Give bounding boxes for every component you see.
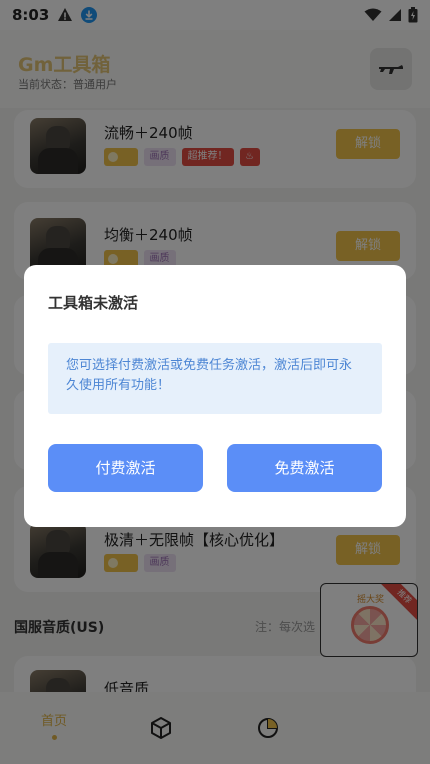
dialog-message: 您可选择付费激活或免费任务激活，激活后即可永久使用所有功能！ — [48, 343, 382, 414]
paid-activate-button[interactable]: 付费激活 — [48, 444, 203, 492]
activation-dialog: 工具箱未激活 您可选择付费激活或免费任务激活，激活后即可永久使用所有功能！ 付费… — [24, 265, 406, 527]
dialog-title: 工具箱未激活 — [48, 294, 139, 312]
free-activate-button[interactable]: 免费激活 — [227, 444, 382, 492]
